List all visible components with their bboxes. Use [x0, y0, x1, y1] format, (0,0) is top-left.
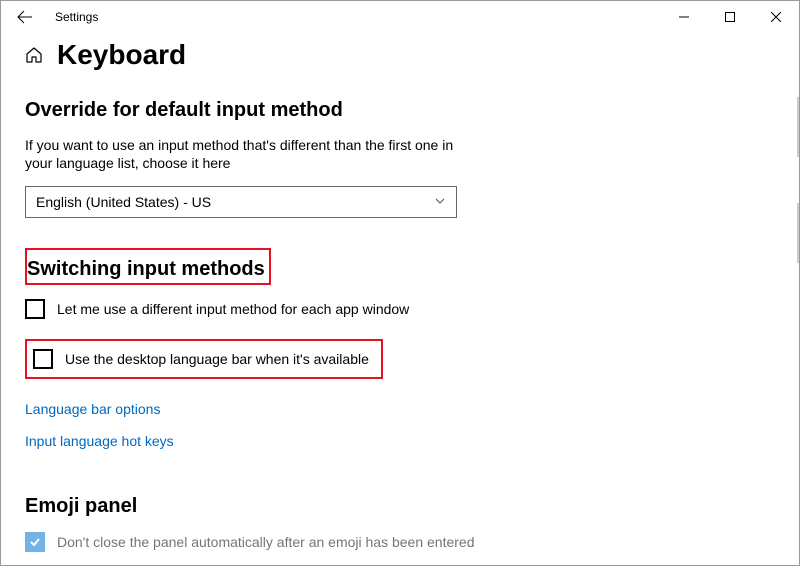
- minimize-icon: [679, 12, 689, 22]
- home-icon[interactable]: [25, 46, 43, 64]
- emoji-heading: Emoji panel: [25, 495, 775, 518]
- checkbox-emoji-input[interactable]: [25, 532, 45, 552]
- switching-heading: Switching input methods: [27, 252, 265, 281]
- close-button[interactable]: [753, 1, 799, 33]
- checkbox-language-bar-label: Use the desktop language bar when it's a…: [65, 351, 369, 367]
- checkbox-row-language-bar: Use the desktop language bar when it's a…: [33, 349, 369, 369]
- highlight-box-heading: Switching input methods: [25, 248, 271, 285]
- titlebar: Settings: [1, 1, 799, 33]
- content-area: Keyboard Override for default input meth…: [1, 33, 799, 552]
- checkbox-per-app-input[interactable]: [25, 299, 45, 319]
- checkbox-row-emoji: Don't close the panel automatically afte…: [25, 532, 775, 552]
- page-title: Keyboard: [57, 39, 186, 71]
- input-language-hotkeys-link[interactable]: Input language hot keys: [25, 433, 174, 449]
- checkmark-icon: [28, 535, 42, 549]
- close-icon: [771, 12, 781, 22]
- window-title: Settings: [45, 10, 98, 24]
- scrollbar[interactable]: [793, 43, 799, 565]
- override-heading: Override for default input method: [25, 99, 775, 122]
- page-header: Keyboard: [25, 39, 775, 71]
- override-help-text: If you want to use an input method that'…: [25, 136, 455, 172]
- dropdown-selected-value: English (United States) - US: [36, 194, 434, 210]
- maximize-icon: [725, 12, 735, 22]
- checkbox-language-bar-input[interactable]: [33, 349, 53, 369]
- checkbox-row-per-app: Let me use a different input method for …: [25, 299, 775, 319]
- highlight-box-language-bar: Use the desktop language bar when it's a…: [25, 339, 383, 379]
- checkbox-emoji-label: Don't close the panel automatically afte…: [57, 534, 474, 550]
- checkbox-per-app-label: Let me use a different input method for …: [57, 301, 409, 317]
- chevron-down-icon: [434, 194, 446, 210]
- back-button[interactable]: [5, 1, 45, 33]
- minimize-button[interactable]: [661, 1, 707, 33]
- arrow-left-icon: [17, 9, 33, 25]
- language-bar-options-link[interactable]: Language bar options: [25, 401, 160, 417]
- input-method-dropdown[interactable]: English (United States) - US: [25, 186, 457, 218]
- maximize-button[interactable]: [707, 1, 753, 33]
